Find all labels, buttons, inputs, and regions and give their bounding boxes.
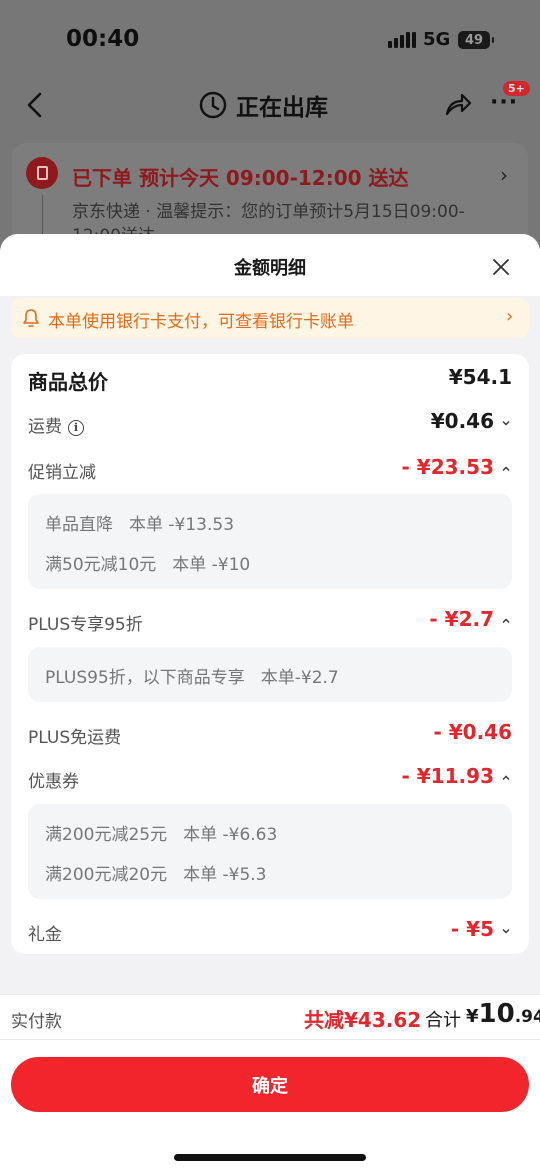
coupon-label: 优惠券 [28,772,79,792]
total-label: 商品总价 [28,370,108,394]
order-icon [26,157,58,189]
timeline-line [42,195,43,235]
plus-discount-details: PLUS95折，以下商品专享 本单-¥2.7 [28,647,512,702]
sheet-header: 金额明细 [0,234,540,296]
sum-integer: 10 [478,999,515,1029]
plus-discount-label: PLUS专享95折 [28,615,143,635]
coupon-item-amount: 本单 -¥5.3 [183,865,267,885]
sum-label: 合计 [425,1010,461,1031]
battery-icon: 49 [458,31,494,49]
coupon-row[interactable]: 优惠券 - ¥11.93 [28,763,512,793]
plus-discount-row[interactable]: PLUS专享95折 - ¥2.7 [28,606,512,636]
promo-item-amount: 本单 -¥13.53 [129,515,235,535]
amount-detail-card: 商品总价 ¥54.1 运费 i ¥0.46 促销立减 - ¥23.53 单品直降本… [11,354,529,954]
promo-item-name: 单品直降 [45,515,113,535]
total-value: ¥54.1 [448,365,512,389]
coupon-item-amount: 本单 -¥6.63 [183,825,278,845]
total-row: 商品总价 ¥54.1 [28,364,512,394]
gift-label: 礼金 [28,925,62,945]
status-bar: 00:40 5G 49 [0,0,540,80]
nav-bar: 正在出库 ··· 5+ [0,80,540,130]
bottom-action-area: 确定 [0,1040,540,1170]
plus-freight-row: PLUS免运费 - ¥0.46 [28,719,512,749]
chevron-up-icon [502,618,510,623]
plus-discount-value: - ¥2.7 [429,607,494,631]
coupon-value: - ¥11.93 [401,764,494,788]
chevron-right-icon: › [500,163,508,187]
freight-label: 运费 [28,417,62,437]
gift-value: - ¥5 [450,917,494,941]
close-icon[interactable] [492,258,510,276]
home-indicator [174,1154,366,1161]
chevron-down-icon [502,421,510,426]
order-status: 已下单 预计今天 09:00-12:00 送达 [72,166,409,190]
promo-item: 单品直降 本单 -¥13.53 [45,510,234,535]
bank-card-notice[interactable]: 本单使用银行卡支付，可查看银行卡账单 › [11,298,529,338]
plus-freight-label: PLUS免运费 [28,728,122,748]
sum-value: ¥10.94 [466,999,540,1029]
sum-currency: ¥ [466,1006,479,1027]
plus-discount-item: PLUS95折，以下商品专享 本单-¥2.7 [45,663,339,688]
promo-details: 单品直降 本单 -¥13.53 满50元减10元 本单 -¥10 [28,494,512,589]
coupon-item-name: 满200元减25元 [45,825,168,845]
saved-amount: 共减¥43.62 [304,1008,422,1032]
payment-summary-bar: 实付款 共减¥43.62 合计 ¥10.94 [0,994,540,1040]
chevron-down-icon [502,929,510,934]
sum-decimal: .94 [514,1007,540,1027]
promo-item-name: 满50元减10元 [45,555,157,575]
page-title-group: 正在出库 [198,88,328,122]
info-icon[interactable]: i [68,420,84,436]
pay-label: 实付款 [11,1012,62,1032]
promo-label: 促销立减 [28,463,96,483]
amount-detail-sheet: 金额明细 本单使用银行卡支付，可查看银行卡账单 › 商品总价 ¥54.1 运费 i… [0,234,540,1170]
signal-icon [388,32,416,48]
promo-row[interactable]: 促销立减 - ¥23.53 [28,454,512,484]
share-icon[interactable] [443,90,473,120]
coupon-item: 满200元减25元 本单 -¥6.63 [45,820,277,845]
plus-freight-value: - ¥0.46 [433,720,512,744]
back-arrow-icon[interactable] [22,90,52,120]
freight-value: ¥0.46 [430,409,494,433]
notification-badge: 5+ [503,81,530,96]
bell-icon [23,309,39,327]
page-title: 正在出库 [236,95,328,121]
chevron-up-icon [502,775,510,780]
clock-icon [199,91,227,119]
sheet-title: 金额明细 [234,258,306,279]
coupon-details: 满200元减25元 本单 -¥6.63 满200元减20元 本单 -¥5.3 [28,804,512,899]
coupon-item-name: 满200元减20元 [45,865,168,885]
promo-item: 满50元减10元 本单 -¥10 [45,550,250,575]
promo-item-amount: 本单 -¥10 [172,555,251,575]
notice-text: 本单使用银行卡支付，可查看银行卡账单 [48,312,354,332]
gift-row[interactable]: 礼金 - ¥5 [28,916,512,946]
promo-value: - ¥23.53 [401,455,494,479]
plus-item-amount: 本单-¥2.7 [260,668,339,688]
status-time: 00:40 [66,26,140,52]
network-type: 5G [423,29,451,50]
freight-row[interactable]: 运费 i ¥0.46 [28,408,512,438]
plus-item-name: PLUS95折，以下商品专享 [45,668,245,688]
chevron-up-icon [502,466,510,471]
coupon-item: 满200元减20元 本单 -¥5.3 [45,860,266,885]
chevron-right-icon: › [506,306,514,327]
confirm-button[interactable]: 确定 [11,1057,529,1112]
